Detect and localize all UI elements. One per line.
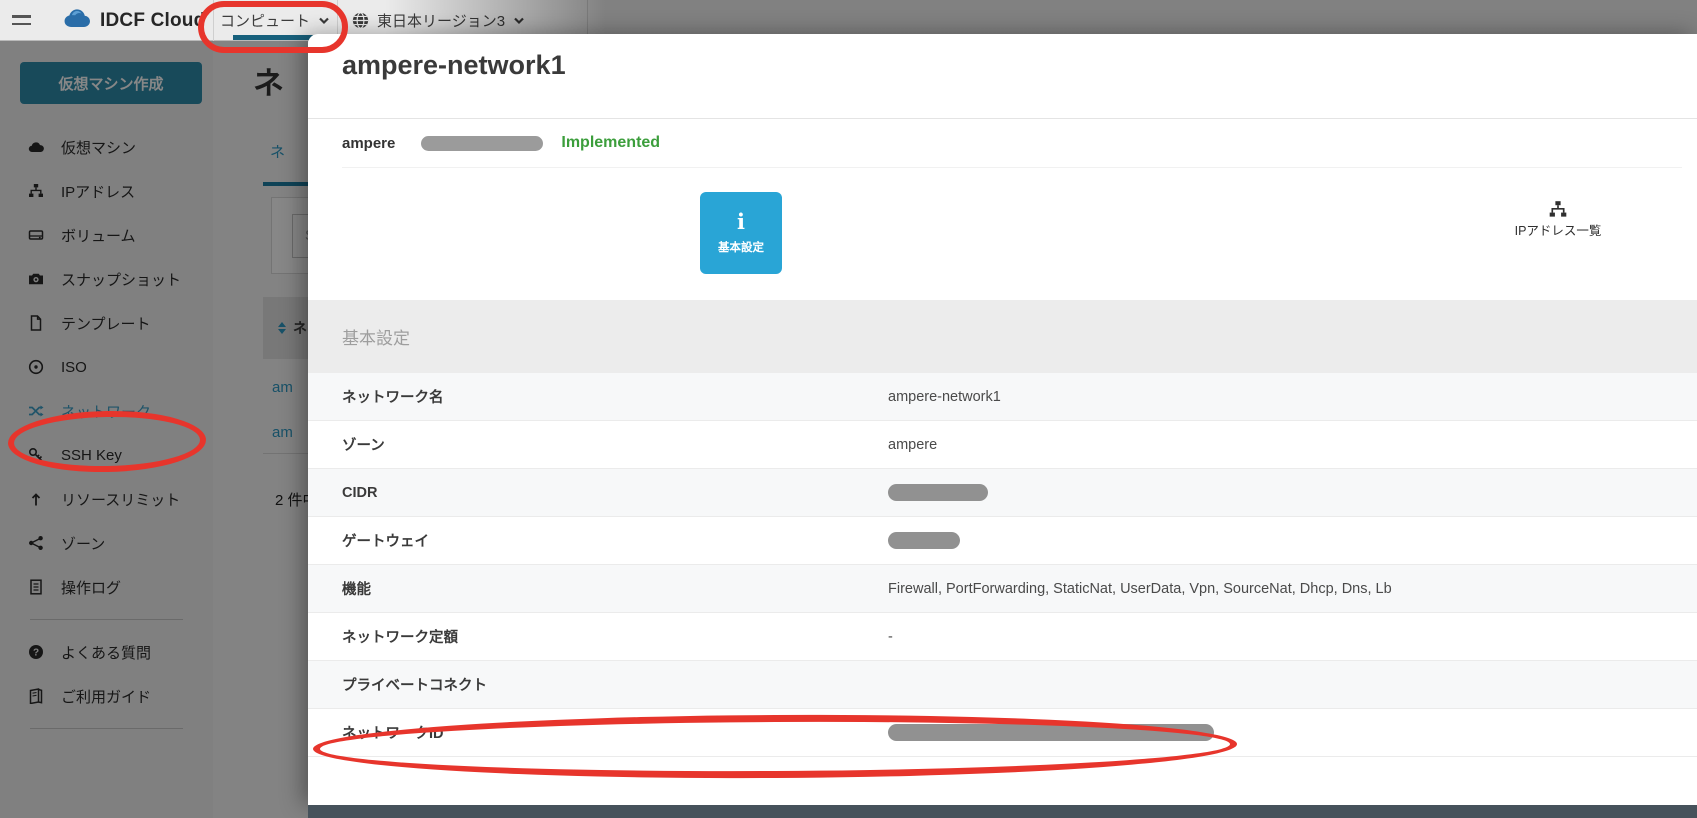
- table-row-network-id: ネットワークID: [308, 709, 1697, 757]
- chevron-down-icon: [513, 17, 525, 25]
- region-menu-label: 東日本リージョン3: [377, 10, 505, 31]
- section-header: 基本設定: [308, 300, 1697, 373]
- row-label: ネットワーク名: [342, 386, 888, 407]
- chevron-down-icon: [318, 17, 330, 25]
- basic-settings-label: 基本設定: [718, 239, 764, 255]
- redacted-value: [888, 724, 1214, 741]
- basic-settings-button[interactable]: i 基本設定: [700, 192, 782, 274]
- row-label: ゾーン: [342, 434, 888, 455]
- redacted-value: [421, 136, 543, 151]
- table-row: ネットワーク名 ampere-network1: [308, 373, 1697, 421]
- zone-name-label: ampere: [342, 135, 395, 152]
- background-footer-strip: [308, 805, 1697, 818]
- detail-table: ネットワーク名 ampere-network1 ゾーン ampere CIDR …: [308, 373, 1697, 757]
- table-row: ゾーン ampere: [308, 421, 1697, 469]
- row-value: Firewall, PortForwarding, StaticNat, Use…: [888, 581, 1392, 597]
- service-menu-label: コンピュート: [220, 10, 310, 31]
- network-detail-modal: ampere-network1 ampere Implemented i 基本設…: [308, 34, 1697, 805]
- row-value: ampere: [888, 437, 937, 453]
- sitemap-icon: [1548, 200, 1568, 219]
- table-row: CIDR: [308, 469, 1697, 517]
- table-row: ネットワーク定額 -: [308, 613, 1697, 661]
- hamburger-menu-icon[interactable]: [12, 15, 32, 27]
- table-row: ゲートウェイ: [308, 517, 1697, 565]
- brand-logo[interactable]: IDCF Cloud: [64, 9, 205, 33]
- status-badge: Implemented: [561, 134, 660, 152]
- brand-name: IDCF Cloud: [100, 10, 205, 32]
- status-row: ampere Implemented: [342, 119, 1682, 168]
- row-label: CIDR: [342, 485, 888, 501]
- table-row: 機能 Firewall, PortForwarding, StaticNat, …: [308, 565, 1697, 613]
- table-row: プライベートコネクト: [308, 661, 1697, 709]
- row-label: プライベートコネクト: [342, 674, 888, 695]
- modal-title: ampere-network1: [342, 50, 566, 81]
- row-label: 機能: [342, 578, 888, 599]
- ip-address-list-label: IPアドレス一覧: [1514, 224, 1602, 240]
- modal-dim-overlay: [0, 41, 308, 818]
- cloud-logo-icon: [64, 9, 94, 33]
- row-value: ampere-network1: [888, 389, 1001, 405]
- row-label: ネットワーク定額: [342, 626, 888, 647]
- row-label: ゲートウェイ: [342, 530, 888, 551]
- info-icon: i: [737, 211, 745, 232]
- redacted-value: [888, 532, 960, 549]
- service-menu-active-underline: [233, 35, 313, 40]
- ip-address-list-button[interactable]: IPアドレス一覧: [1503, 200, 1613, 240]
- globe-icon: [352, 12, 369, 29]
- row-label: ネットワークID: [342, 722, 888, 743]
- redacted-value: [888, 484, 988, 501]
- row-value: -: [888, 629, 893, 645]
